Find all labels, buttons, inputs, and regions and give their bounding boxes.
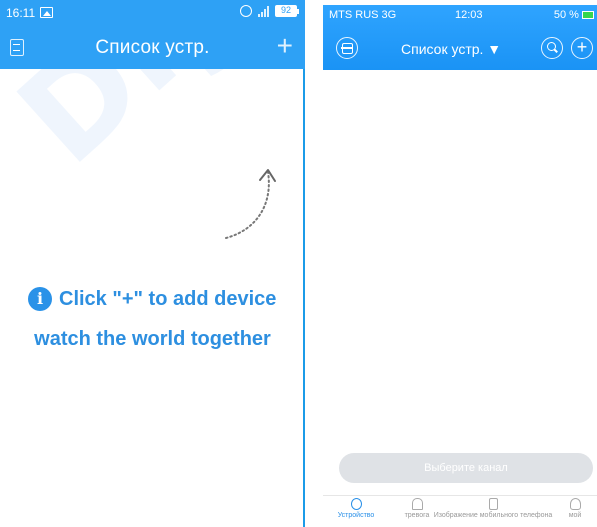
ios-nav-bar: Список устр. ▼ +: [323, 25, 597, 70]
person-icon: [569, 498, 581, 510]
add-device-button[interactable]: +: [277, 32, 293, 60]
status-time: 12:03: [455, 9, 483, 21]
hint-line-1: Click "+" to add device: [59, 287, 277, 310]
tab-label: Изображение мобильного телефона: [433, 512, 553, 519]
ios-screen: MTS RUS 3G 12:03 50 % Список устр. ▼ + В…: [323, 5, 597, 527]
bell-icon: [411, 498, 423, 510]
status-time: 16:11: [6, 6, 36, 20]
add-device-button[interactable]: +: [571, 37, 593, 59]
battery-icon: [582, 11, 594, 20]
scan-icon[interactable]: [336, 37, 358, 59]
battery-icon: 92: [275, 5, 299, 17]
info-icon: i: [28, 287, 52, 311]
tab-phone-images[interactable]: Изображение мобильного телефона: [423, 498, 563, 519]
camera-icon: [350, 498, 362, 510]
add-device-hint: i Click "+" to add device: [28, 287, 298, 311]
tab-devices[interactable]: Устройство: [331, 498, 381, 519]
ios-header-area: MTS RUS 3G 12:03 50 % Список устр. ▼ +: [323, 5, 597, 70]
tab-mine[interactable]: мой: [565, 498, 585, 519]
hint-line-2: watch the world together: [34, 328, 271, 350]
select-channel-button[interactable]: Выберите канал: [339, 453, 593, 483]
android-status-bar: 16:11 92: [0, 0, 305, 27]
screenshot-stage: Digitek 16:11 92 Список устр. +: [0, 0, 597, 527]
tablet-icon: [488, 498, 498, 510]
battery-percent: 50 %: [553, 9, 579, 21]
ios-status-bar: MTS RUS 3G 12:03 50 %: [323, 5, 597, 25]
tab-bar: Устройство тревога Изображение мобильног…: [323, 495, 597, 527]
battery-indicator: 50 %: [554, 9, 594, 21]
tab-label: Устройство: [337, 512, 375, 519]
android-header: Список устр. +: [0, 27, 305, 69]
signal-icon: [258, 5, 269, 17]
search-icon[interactable]: [541, 37, 563, 59]
battery-level: 92: [275, 5, 297, 17]
dotted-arrow-icon: [225, 169, 276, 239]
carrier-label: MTS RUS 3G: [329, 9, 397, 21]
android-screen: Digitek 16:11 92 Список устр. +: [0, 0, 483, 527]
tab-label: мой: [568, 512, 582, 519]
image-notification-icon: [40, 7, 53, 18]
alarm-icon: [240, 5, 252, 17]
page-title: Список устр.: [95, 37, 210, 58]
device-list-dropdown[interactable]: Список устр. ▼: [401, 41, 501, 57]
